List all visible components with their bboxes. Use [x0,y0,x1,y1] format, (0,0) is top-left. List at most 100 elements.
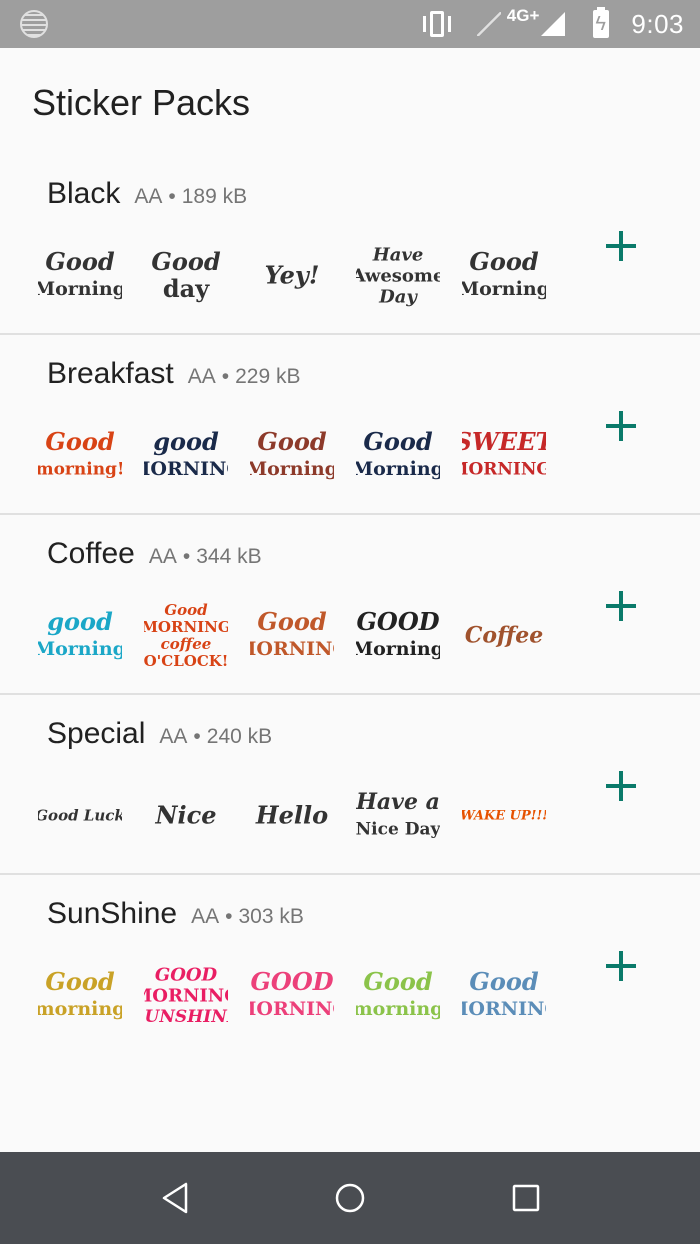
sticker-text: day [163,274,210,303]
sticker-thumbnail: GoodMORNING [462,967,546,1020]
sticker-text: Morning [356,638,440,660]
navigation-bar [0,1152,700,1244]
pack-author: AA [159,725,188,748]
clock: 9:03 [631,8,684,39]
sticker-text: Good [45,427,115,456]
network-type: 4G+ [506,6,540,25]
sticker-text: good [47,607,113,636]
sticker-text: MORNING [144,985,228,1006]
pack-header: Coffee AA • 344 kB [47,537,262,571]
sticker-text: Nice [155,800,217,829]
sticker-thumbnail: HaveAwesomeDay [356,244,440,307]
add-pack-button[interactable] [604,949,638,983]
sticker-preview-list: good Morning Good MORNING coffee O'CLOCK! Good… [38,593,546,677]
sticker-text: MORNING [144,458,228,480]
sticker-text: morning [38,998,122,1020]
pack-header: Black AA • 189 kB [47,177,247,211]
add-pack-button[interactable] [604,229,638,263]
pack-header: Breakfast AA • 229 kB [47,357,301,391]
sticker-text: Good [363,967,433,996]
sticker-text: Morning [462,278,546,300]
sticker-text: Have a [356,789,440,815]
signal-full-icon [541,12,566,36]
sticker-text: morning [356,998,440,1020]
sticker-text: Good [45,967,115,996]
pack-row[interactable]: Black AA • 189 kB Good Morning Good day Yey! Ha… [0,155,700,335]
pack-size: 303 kB [238,905,304,928]
sticker-text: Awesome [356,265,440,286]
sticker-preview-list: GoodmorningGOODMORNINGSUNSHINEGOODMORNIN… [38,953,546,1037]
add-pack-button[interactable] [604,589,638,623]
sticker-thumbnail: Hello [255,800,328,829]
sticker-text: Good [257,607,327,636]
pack-author: AA [191,905,220,928]
sticker-thumbnail: GoodMorning [38,247,122,300]
status-bar: 4G+ 9:03 [0,0,700,48]
sticker-preview-list: Good Morning Good day Yey! Have Awesome Day Good… [38,233,546,317]
sticker-thumbnail: WAKE UP!!! [462,809,546,824]
sticker-text: good [153,427,219,456]
pack-author: AA [148,545,177,568]
sticker-text: Coffee [465,623,543,649]
sticker-text: Good [363,427,433,456]
add-pack-button[interactable] [604,769,638,803]
page-title: Sticker Packs [32,82,251,123]
meta-separator: • [193,725,201,748]
meta-separator: • [221,365,230,388]
sticker-text: GOOD [250,967,333,996]
sticker-text: Good Luck [38,806,122,824]
pack-size: 240 kB [206,725,273,748]
sticker-text: WAKE UP!!! [462,809,546,824]
sticker-thumbnail: goodMORNING [144,427,228,480]
pack-row[interactable]: SunShine AA•303 kB GoodmorningGOODMORNIN… [0,875,700,1055]
sticker-thumbnail: GoodMORNINGcoffeeO'CLOCK! [144,601,228,670]
sticker-text: Morning [38,278,122,300]
sticker-thumbnail: GoodMorning [356,427,440,480]
sticker-text: morning! [38,459,122,479]
sticker-thumbnail: GoodMorning [250,427,334,480]
sticker-thumbnail: Have a Nice Day [356,789,440,839]
pack-name: Black [47,177,121,210]
sticker-text: Morning [38,638,122,660]
pack-size: 189 kB [181,185,248,208]
notification-icon [20,10,48,38]
add-pack-button[interactable] [604,409,638,443]
sticker-thumbnail: Coffee [465,623,543,649]
sticker-thumbnail: Good morning! [38,427,122,480]
pack-author: AA [187,365,216,388]
sticker-pack-list: Black AA • 189 kB Good Morning Good day Yey! Ha… [0,155,700,1055]
recents-icon[interactable] [508,1180,544,1216]
sticker-text: GOOD [155,964,218,985]
sticker-text: Morning [356,458,440,480]
home-icon[interactable] [332,1180,368,1216]
sticker-text: Nice Day [356,819,440,839]
sticker-text: Good [164,601,208,619]
sticker-text: MORNING [144,618,228,636]
pack-name: Special [47,717,146,750]
sticker-text: GOOD [356,607,439,636]
pack-row[interactable]: Coffee AA • 344 kB good Morning Good MORNING c… [0,515,700,695]
status-icons: 4G+ 9:03 [419,0,700,48]
pack-row[interactable]: Special AA • 240 kB Good Luck Nice Hello Have… [0,695,700,875]
sticker-thumbnail: GoodMORNING [250,607,334,660]
sticker-text: MORNING [462,998,546,1020]
sticker-thumbnail: SWEET MORNING! [462,427,546,480]
sticker-text: MORNING! [462,459,546,479]
sticker-text: Hello [255,800,328,829]
pack-row[interactable]: Breakfast AA•229 kB Goodmorning!goodMORN… [0,335,700,515]
signal-empty-icon [476,12,501,36]
sticker-thumbnail: GOODMorning [356,607,440,660]
sticker-thumbnail: Yey! [265,260,320,289]
pack-meta: AA • 240 kB [159,725,272,749]
sticker-thumbnail: GOODMORNINGSUNSHINE [144,964,228,1027]
back-icon[interactable] [158,1180,194,1216]
pack-meta: AA • 189 kB [134,185,247,209]
sticker-text: Morning [250,458,334,480]
meta-separator: • [225,905,233,928]
sticker-text: SUNSHINE [144,1007,228,1027]
sticker-thumbnail: GoodMorning [462,247,546,300]
pack-name: SunShine [47,897,178,930]
pack-size: 344 kB [196,545,262,568]
pack-name: Breakfast [47,357,174,390]
pack-header: Special AA • 240 kB [47,717,272,751]
